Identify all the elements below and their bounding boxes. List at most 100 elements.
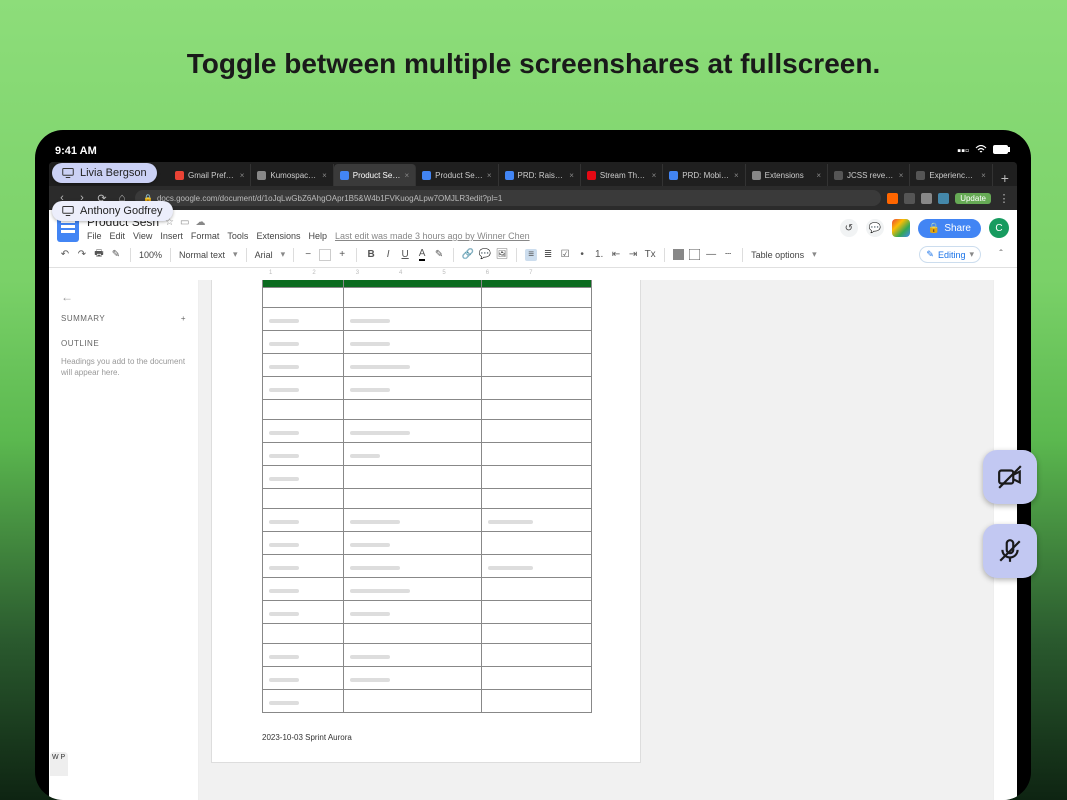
menu-extensions[interactable]: Extensions <box>256 231 300 241</box>
text-color-icon[interactable]: A <box>416 249 428 261</box>
favicon <box>916 171 925 180</box>
redo-icon[interactable]: ↷ <box>76 249 88 261</box>
close-tab-icon[interactable]: × <box>981 171 986 180</box>
font-size[interactable] <box>319 249 331 261</box>
bold-icon[interactable]: B <box>365 249 377 261</box>
tab-label: PRD: Raise Hand ... <box>518 171 566 180</box>
highlight-icon[interactable]: ✎ <box>433 249 445 261</box>
browser-tab[interactable]: Extensions× <box>746 164 828 186</box>
browser-tab[interactable]: Gmail Preference C...× <box>169 164 251 186</box>
browser-tab[interactable]: JCSS reveals insi...× <box>828 164 910 186</box>
line-spacing-icon[interactable]: ≣ <box>542 249 554 261</box>
mode-select[interactable]: ✎ Editing ▾ <box>919 246 981 263</box>
browser-tab[interactable]: Product Sesh—G...× <box>416 164 498 186</box>
tab-label: Kumospace—Cal... <box>270 171 318 180</box>
border-dash-icon[interactable]: ┄ <box>722 249 734 261</box>
meet-icon[interactable] <box>892 219 910 237</box>
extension-icon[interactable] <box>887 193 898 204</box>
url-box[interactable]: 🔒 docs.google.com/document/d/1oJqLwGbZ6A… <box>135 190 881 206</box>
browser-tab[interactable]: PRD: Mobile App - ... × <box>663 164 745 186</box>
favicon <box>752 171 761 180</box>
clear-format-icon[interactable]: Tx <box>644 249 656 261</box>
add-comment-icon[interactable]: 💬 <box>479 249 491 261</box>
tab-label: PRD: Mobile App - ... <box>682 171 730 180</box>
mic-toggle-button[interactable] <box>983 524 1037 578</box>
browser-tab[interactable]: PRD: Raise Hand ...× <box>499 164 581 186</box>
presenter-pill[interactable]: Anthony Godfrey <box>52 201 173 221</box>
menu-format[interactable]: Format <box>191 231 220 241</box>
table-options[interactable]: Table options <box>751 250 804 260</box>
account-avatar[interactable]: C <box>989 218 1009 238</box>
dock-tab[interactable]: W P <box>50 752 68 776</box>
undo-icon[interactable]: ↶ <box>59 249 71 261</box>
history-icon[interactable]: ↺ <box>840 219 858 237</box>
last-edit-link[interactable]: Last edit was made 3 hours ago by Winner… <box>335 231 530 241</box>
camera-off-icon <box>997 464 1023 490</box>
underline-icon[interactable]: U <box>399 249 411 261</box>
close-tab-icon[interactable]: × <box>322 171 327 180</box>
browser-tab[interactable]: Stream The Nation...× <box>581 164 663 186</box>
move-icon[interactable]: ▭ <box>180 217 189 228</box>
document-canvas[interactable]: 2023-10-03 Sprint Aurora <box>199 280 993 800</box>
link-icon[interactable]: 🔗 <box>462 249 474 261</box>
close-tab-icon[interactable]: × <box>652 171 657 180</box>
browser-tab[interactable]: Product Sesh - ...× <box>334 164 416 186</box>
zoom-select[interactable]: 100% <box>139 250 162 260</box>
font-size-plus[interactable]: + <box>336 249 348 261</box>
mode-label: Editing <box>938 250 966 260</box>
style-select[interactable]: Normal text <box>179 250 225 260</box>
add-summary-icon[interactable]: + <box>181 314 186 323</box>
lock-icon: 🔒 <box>928 223 940 234</box>
image-icon[interactable]: 🖼 <box>496 249 508 261</box>
url-text: docs.google.com/document/d/1oJqLwGbZ6Ahg… <box>157 194 502 203</box>
bullet-list-icon[interactable]: • <box>576 249 588 261</box>
summary-label: SUMMARY <box>61 314 105 323</box>
menu-tools[interactable]: Tools <box>227 231 248 241</box>
browser-tab[interactable]: Kumospace—Cal... × <box>251 164 333 186</box>
number-list-icon[interactable]: 1. <box>593 249 605 261</box>
browser-tab[interactable]: Experience a Matur...× <box>910 164 992 186</box>
presenter-pill[interactable]: Livia Bergson <box>52 163 157 183</box>
document-table[interactable] <box>262 280 592 713</box>
comment-icon[interactable]: 💬 <box>866 219 884 237</box>
share-button[interactable]: 🔒 Share <box>918 219 981 238</box>
menu-edit[interactable]: Edit <box>110 231 126 241</box>
indent-more-icon[interactable]: ⇥ <box>627 249 639 261</box>
paint-format-icon[interactable]: ✎ <box>110 249 122 261</box>
extension-icon[interactable] <box>921 193 932 204</box>
font-select[interactable]: Arial <box>255 250 273 260</box>
indent-less-icon[interactable]: ⇤ <box>610 249 622 261</box>
favicon <box>669 171 678 180</box>
presenter-name: Livia Bergson <box>80 167 147 179</box>
cell-bg-icon[interactable] <box>673 249 684 260</box>
close-tab-icon[interactable]: × <box>404 171 409 180</box>
border-width-icon[interactable]: — <box>705 249 717 261</box>
print-icon[interactable]: 🖶 <box>93 249 105 261</box>
close-tab-icon[interactable]: × <box>734 171 739 180</box>
menu-help[interactable]: Help <box>308 231 327 241</box>
close-tab-icon[interactable]: × <box>487 171 492 180</box>
menu-file[interactable]: File <box>87 231 102 241</box>
close-tab-icon[interactable]: × <box>816 171 821 180</box>
font-size-minus[interactable]: − <box>302 249 314 261</box>
close-tab-icon[interactable]: × <box>240 171 245 180</box>
menu-icon[interactable]: ⋮ <box>997 191 1011 205</box>
border-color-icon[interactable] <box>689 249 700 260</box>
menu-view[interactable]: View <box>133 231 152 241</box>
italic-icon[interactable]: I <box>382 249 394 261</box>
update-button[interactable]: Update <box>955 193 991 204</box>
camera-toggle-button[interactable] <box>983 450 1037 504</box>
close-tab-icon[interactable]: × <box>569 171 574 180</box>
align-left-icon[interactable]: ≡ <box>525 249 537 261</box>
collapse-outline-icon[interactable]: ← <box>61 290 186 304</box>
menu-insert[interactable]: Insert <box>160 231 183 241</box>
collapse-toolbar-icon[interactable]: ˆ <box>995 249 1007 261</box>
close-tab-icon[interactable]: × <box>899 171 904 180</box>
tablet-frame: 9:41 AM ▪▪▫ Gmail Preference C...×Kumosp… <box>35 130 1031 800</box>
outline-panel: ← SUMMARY + OUTLINE Headings you add to … <box>49 280 199 800</box>
new-tab-button[interactable]: + <box>993 170 1017 186</box>
extension-icon[interactable] <box>938 193 949 204</box>
extension-icon[interactable] <box>904 193 915 204</box>
checklist-icon[interactable]: ☑ <box>559 249 571 261</box>
favicon <box>340 171 349 180</box>
